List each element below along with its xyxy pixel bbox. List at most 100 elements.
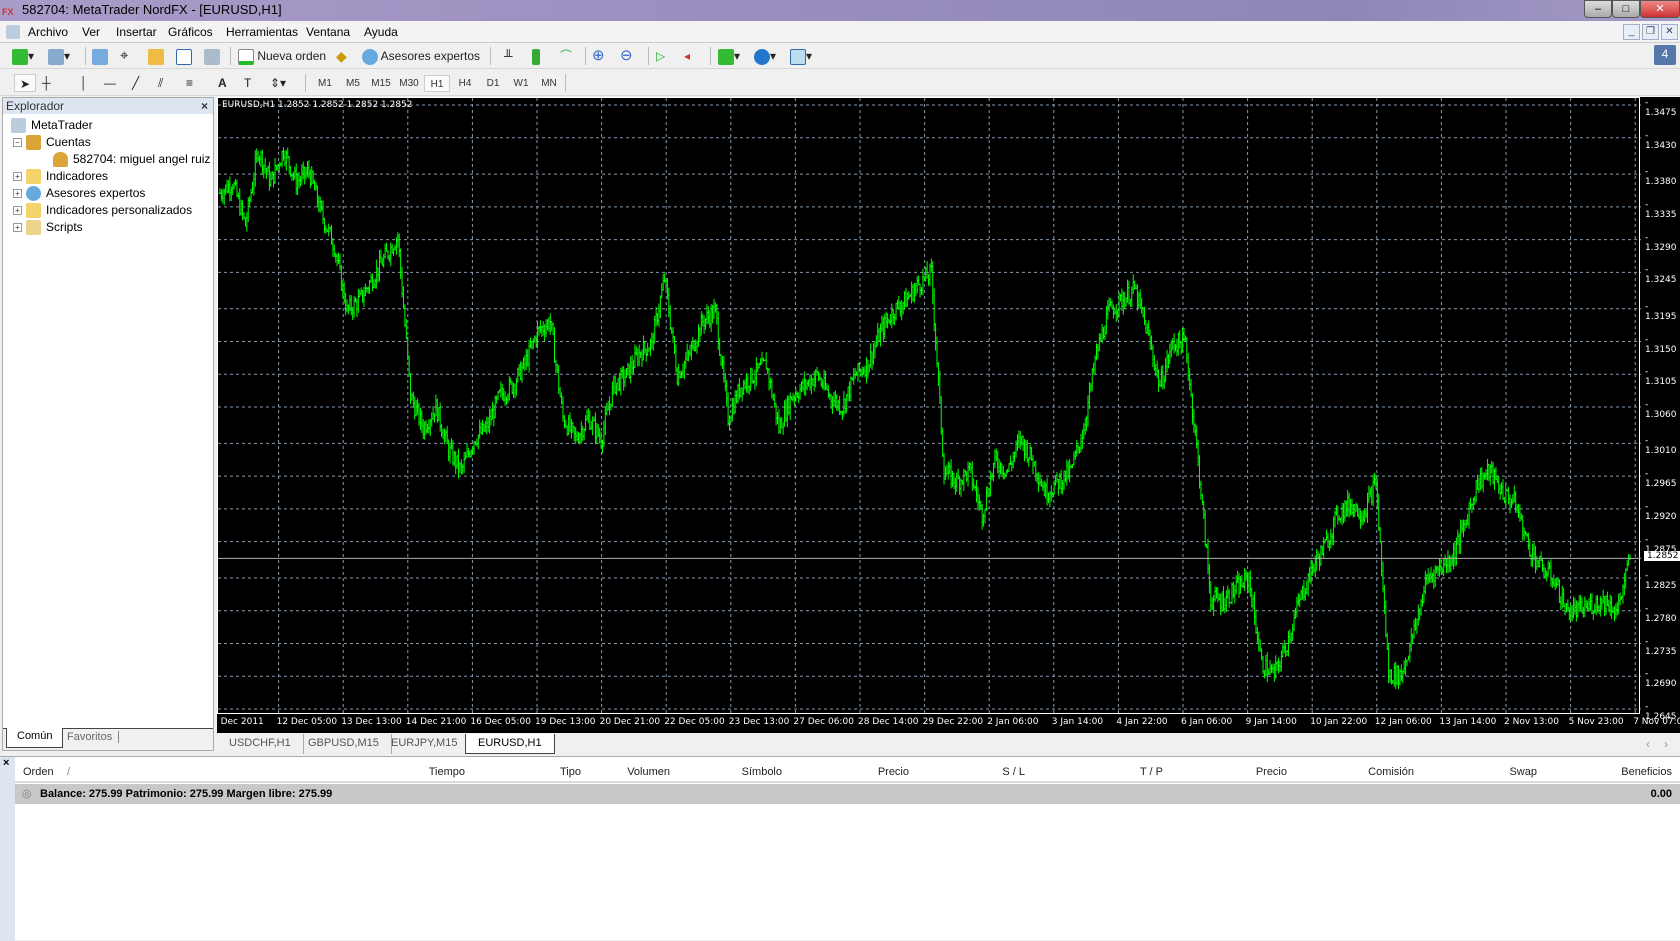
price-tick-label: - 1.3290 xyxy=(1645,232,1677,253)
col-sl[interactable]: S / L xyxy=(1002,766,1025,778)
time-tick-label: 2 Nov 13:00 xyxy=(1504,717,1559,727)
tab-comun[interactable]: Común xyxy=(6,728,64,748)
bar-chart-button[interactable]: ╨ xyxy=(504,47,513,65)
price-chart[interactable]: EURUSD,H1 1.2852 1.2852 1.2852 1.2852 - … xyxy=(217,97,1680,733)
minimize-button[interactable]: – xyxy=(1584,0,1612,18)
menu-ver[interactable]: Ver xyxy=(82,25,100,39)
expand-icon[interactable]: + xyxy=(13,172,22,182)
tree-root[interactable]: MetaTrader xyxy=(11,118,93,134)
col-tp[interactable]: T / P xyxy=(1140,766,1163,778)
app-menu-icon[interactable] xyxy=(6,24,20,39)
col-beneficios[interactable]: Beneficios xyxy=(1621,766,1672,778)
menu-archivo[interactable]: Archivo xyxy=(28,25,68,39)
chart-tab-eurusd[interactable]: EURUSD,H1 xyxy=(465,734,555,754)
tree-item-asesores[interactable]: + Asesores expertos xyxy=(13,186,145,202)
terminal-close-button[interactable]: × xyxy=(3,757,9,769)
chart-tab-usdchf[interactable]: USDCHF,H1 xyxy=(217,734,304,754)
cursor-tool[interactable]: ➤ xyxy=(14,74,36,92)
expand-icon[interactable]: + xyxy=(13,206,22,216)
maximize-button[interactable]: □ xyxy=(1612,0,1640,18)
menu-herramientas[interactable]: Herramientas xyxy=(226,25,298,39)
tabs-scroll-right[interactable]: › xyxy=(1664,737,1668,751)
timeframe-w1[interactable]: W1 xyxy=(508,75,534,92)
templates-button[interactable]: ▾ xyxy=(790,47,812,65)
timeframe-m1[interactable]: M1 xyxy=(312,75,338,92)
col-comision[interactable]: Comisión xyxy=(1368,766,1414,778)
tree-item-cuentas[interactable]: − Cuentas xyxy=(13,135,91,151)
tab-favoritos[interactable]: Favoritos xyxy=(67,731,120,743)
menu-graficos[interactable]: Gráficos xyxy=(168,25,213,39)
text-label-tool[interactable]: T xyxy=(244,74,251,92)
terminal-button[interactable] xyxy=(176,47,192,65)
notifications-badge[interactable]: 4 xyxy=(1654,45,1676,65)
time-tick-label: 27 Dec 06:00 xyxy=(793,717,854,727)
profiles-button[interactable]: ▾ xyxy=(48,47,70,65)
new-chart-button[interactable]: ▾ xyxy=(12,47,34,65)
tree-item-scripts[interactable]: + Scripts xyxy=(13,220,83,236)
mdi-restore-button[interactable]: ❐ xyxy=(1642,24,1659,40)
indicators-button[interactable]: ▾ xyxy=(718,47,740,65)
tree-label: Scripts xyxy=(46,220,83,234)
timeframe-h1[interactable]: H1 xyxy=(424,75,450,92)
col-precio[interactable]: Precio xyxy=(878,766,909,778)
tree-item-indicadores[interactable]: + Indicadores xyxy=(13,169,109,185)
trendline-tool[interactable]: ╱ xyxy=(132,74,139,92)
col-orden[interactable]: Orden xyxy=(23,766,54,778)
candlestick-button[interactable] xyxy=(532,47,540,65)
alert-icon[interactable]: ◆ xyxy=(336,47,347,65)
col-volumen[interactable]: Volumen xyxy=(627,766,670,778)
tester-button[interactable] xyxy=(204,47,220,65)
timeframe-h4[interactable]: H4 xyxy=(452,75,478,92)
timeframe-m5[interactable]: M5 xyxy=(340,75,366,92)
text-tool[interactable]: A xyxy=(218,74,227,92)
close-button[interactable]: ✕ xyxy=(1640,0,1680,18)
explorer-title: Explorador xyxy=(6,99,65,113)
arrows-tool[interactable]: ⇕▾ xyxy=(270,74,286,92)
new-order-button[interactable]: Nueva orden xyxy=(238,47,326,65)
navigator-button[interactable] xyxy=(148,47,164,65)
col-swap[interactable]: Swap xyxy=(1509,766,1537,778)
chart-shift-button[interactable]: ◂ xyxy=(684,47,690,65)
market-watch-button[interactable] xyxy=(92,47,108,65)
equidistant-channel-tool[interactable]: ⫽ xyxy=(158,74,163,92)
vertical-line-tool[interactable]: │ xyxy=(80,74,88,92)
line-chart-button[interactable]: ⌒ xyxy=(560,47,572,65)
zoom-out-button[interactable]: ⊖ xyxy=(620,47,633,65)
expand-icon[interactable]: + xyxy=(13,189,22,199)
crosshair-tool[interactable]: ┼ xyxy=(42,74,51,92)
mdi-minimize-button[interactable]: _ xyxy=(1623,24,1640,40)
tree-item-account[interactable]: 582704: miguel angel ruiz xyxy=(53,152,210,168)
col-simbolo[interactable]: Símbolo xyxy=(742,766,782,778)
horizontal-line-tool[interactable]: — xyxy=(104,74,116,92)
tabs-scroll-left[interactable]: ‹ xyxy=(1646,737,1650,751)
timeframe-d1[interactable]: D1 xyxy=(480,75,506,92)
chart-tab-gbpusd[interactable]: GBPUSD,M15 xyxy=(296,734,392,754)
menu-insertar[interactable]: Insertar xyxy=(116,25,157,39)
timeframe-m15[interactable]: M15 xyxy=(368,75,394,92)
expert-advisors-button[interactable]: Asesores expertos xyxy=(362,47,480,65)
fibonacci-tool[interactable]: ≡ xyxy=(186,74,193,92)
tree-label: Indicadores xyxy=(46,169,109,183)
price-tick-label: - 1.2825 xyxy=(1645,571,1677,591)
explorer-close-button[interactable]: × xyxy=(201,98,208,114)
menu-ventana[interactable]: Ventana xyxy=(306,25,350,39)
collapse-icon[interactable]: − xyxy=(13,138,22,148)
periods-button[interactable]: ▾ xyxy=(754,47,776,65)
expand-icon[interactable]: + xyxy=(13,223,22,233)
mdi-close-button[interactable]: ✕ xyxy=(1661,24,1678,40)
balance-row[interactable]: ◎ Balance: 275.99 Patrimonio: 275.99 Mar… xyxy=(15,784,1680,804)
col-precio-actual[interactable]: Precio xyxy=(1256,766,1287,778)
timeframe-mn[interactable]: MN xyxy=(536,75,562,92)
col-tiempo[interactable]: Tiempo xyxy=(429,766,465,778)
sort-indicator: / xyxy=(67,766,71,778)
time-tick-label: 7 Nov 07:00 xyxy=(1633,717,1680,727)
tree-item-indicadores-personalizados[interactable]: + Indicadores personalizados xyxy=(13,203,192,219)
menu-ayuda[interactable]: Ayuda xyxy=(364,25,398,39)
chart-tab-eurjpy[interactable]: EURJPY,M15 xyxy=(379,734,471,754)
zoom-in-button[interactable]: ⊕ xyxy=(592,47,605,65)
col-tipo[interactable]: Tipo xyxy=(560,766,581,778)
crosshair-navigator-button[interactable]: ⌖ xyxy=(120,47,128,65)
timeframe-m30[interactable]: M30 xyxy=(396,75,422,92)
chart-plot-area[interactable] xyxy=(217,97,1641,715)
auto-scroll-button[interactable]: ▷ xyxy=(656,47,665,65)
